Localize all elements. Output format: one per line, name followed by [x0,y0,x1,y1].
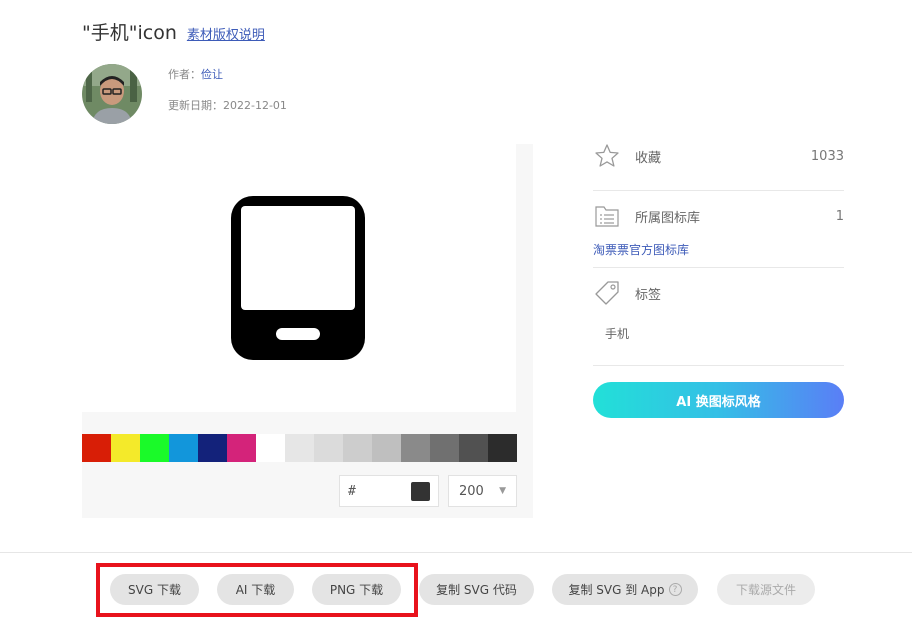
tag-chip[interactable]: 手机 [593,320,642,347]
size-value: 200 [459,483,484,499]
copy-svg-code-button[interactable]: 复制 SVG 代码 [419,574,534,605]
star-icon[interactable] [593,142,621,170]
tags-label: 标签 [635,287,662,303]
favorites-count: 1033 [810,148,844,164]
title-row: "手机"icon 素材版权说明 [82,18,265,45]
page-title: "手机"icon [82,22,177,44]
icon-preview-panel: # 200 ▼ [82,144,533,518]
color-swatch[interactable] [372,434,401,462]
color-swatch-bar [82,434,517,462]
favorites-row[interactable]: 收藏 1033 [593,142,844,170]
png-download-button[interactable]: PNG 下载 [312,574,401,605]
color-swatch[interactable] [459,434,488,462]
download-source-button: 下载源文件 [717,574,815,605]
mobile-phone-icon [231,196,365,360]
color-swatch[interactable] [227,434,256,462]
divider [593,365,844,366]
library-link[interactable]: 淘票票官方图标库 [593,241,689,258]
icon-preview-canvas [82,144,516,412]
copy-svg-to-app-label: 复制 SVG 到 App [568,583,665,597]
color-swatch[interactable] [82,434,111,462]
color-swatch[interactable] [343,434,372,462]
hex-prefix: # [348,483,356,499]
author-label: 作者： [168,68,201,81]
library-count: 1 [835,208,844,224]
favorites-label: 收藏 [635,150,662,166]
current-color-chip[interactable] [411,481,430,501]
color-swatch[interactable] [401,434,430,462]
color-swatch[interactable] [430,434,459,462]
author-avatar[interactable] [82,64,142,124]
color-swatch[interactable] [198,434,227,462]
ai-restyle-button[interactable]: AI 换图标风格 [593,382,844,418]
divider [593,267,844,268]
color-swatch[interactable] [111,434,140,462]
date-value: 2022-12-01 [223,99,287,112]
color-swatch[interactable] [256,434,285,462]
library-row: 所属图标库 1 [593,202,844,230]
ai-download-button[interactable]: AI 下载 [217,574,294,605]
svg-download-button[interactable]: SVG 下载 [110,574,199,605]
library-label: 所属图标库 [635,210,701,226]
color-swatch[interactable] [314,434,343,462]
license-link[interactable]: 素材版权说明 [187,24,265,43]
color-swatch[interactable] [285,434,314,462]
tag-icon [593,279,621,307]
chevron-down-icon: ▼ [499,486,506,496]
color-swatch[interactable] [169,434,198,462]
help-icon[interactable]: ? [668,583,682,596]
author-line: 作者：俭让 [168,66,223,82]
tags-row: 标签 [593,279,844,307]
color-hex-input[interactable]: # [339,475,439,507]
size-select[interactable]: 200 ▼ [448,475,517,507]
color-swatch[interactable] [488,434,517,462]
divider [593,190,844,191]
copy-svg-to-app-button[interactable]: 复制 SVG 到 App ? [552,574,698,605]
color-swatch[interactable] [140,434,169,462]
date-line: 更新日期：2022-12-01 [168,97,287,113]
author-name-link[interactable]: 俭让 [201,68,223,81]
date-label: 更新日期： [168,99,223,112]
folder-list-icon [593,202,621,230]
